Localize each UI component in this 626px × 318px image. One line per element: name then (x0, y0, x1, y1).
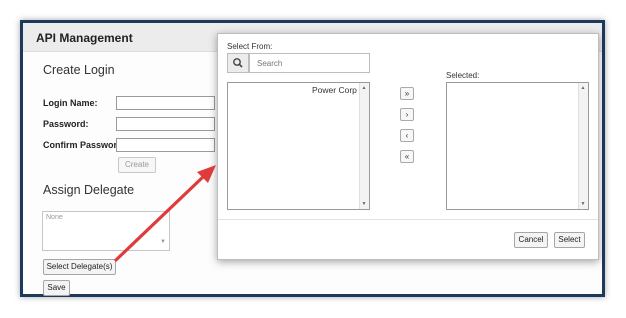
annotation-arrow (114, 165, 216, 262)
